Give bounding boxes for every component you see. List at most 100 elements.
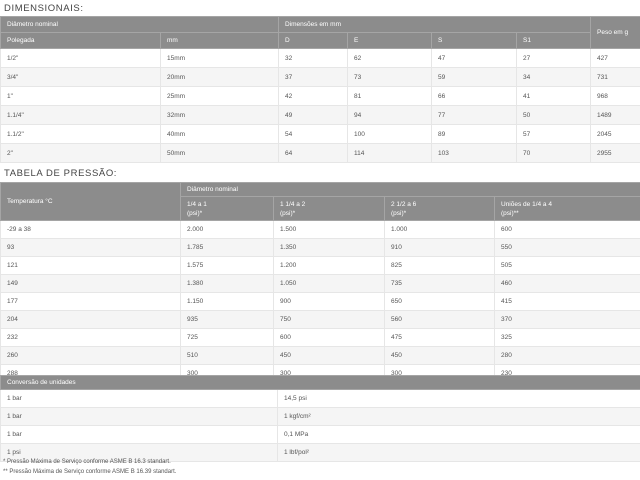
table-cell: 57 [515,124,592,144]
col-e: E [347,32,432,49]
table-cell: 114 [347,143,432,163]
table-cell: 15mm [160,48,279,68]
table-cell: 49 [278,105,348,125]
table-cell: 1.1/2" [0,124,161,144]
table-cell: -29 a 38 [0,220,181,239]
col-mm: mm [160,32,279,49]
pressure-table: Temperatura °C Diâmetro nominal 1/4 a 1(… [0,182,640,383]
table-cell: 34 [515,67,592,87]
table-row: 1 bar 1 kgf/cm² [0,407,640,426]
table-cell: 77 [431,105,517,125]
table-cell: 50mm [160,143,279,163]
table-cell: 32mm [160,105,279,125]
table-cell: 1.200 [273,256,385,275]
footnote-2: ** Pressão Máxima de Serviço conforme AS… [3,469,177,475]
table-row: 232 725 600 475 325 [0,328,640,347]
dimensions-title: DIMENSIONAIS: [4,3,84,14]
table-cell: 40mm [160,124,279,144]
table-cell: 560 [384,310,495,329]
table-cell: 935 [180,310,274,329]
table-row: 1" 25mm 42 81 66 41 968 [0,86,640,106]
table-cell: 177 [0,292,181,311]
press-col-header: 1/4 a 1 (psi)* [180,196,274,221]
table-cell: 41 [515,86,592,106]
table-cell: 2955 [590,143,640,163]
table-row: 1 bar 14,5 psi [0,389,640,408]
dimensions-table: Diâmetro nominal Dimensões em mm Peso em… [0,16,640,163]
table-cell: 47 [431,48,517,68]
table-cell: 415 [494,292,640,311]
table-cell: 121 [0,256,181,275]
table-cell: 232 [0,328,181,347]
table-cell: 20mm [160,67,279,87]
table-cell: 64 [278,143,348,163]
press-col-header: Uniões de 1/4 a 4 (psi)** [494,196,640,221]
col-d: D [278,32,348,49]
table-cell: 73 [347,67,432,87]
table-cell: 1" [0,86,161,106]
table-cell: 103 [431,143,517,163]
table-cell: 1.350 [273,238,385,257]
table-cell: 1 bar [0,425,278,444]
table-cell: 1 lbf/pol² [276,443,640,462]
table-cell: 427 [590,48,640,68]
table-cell: 450 [273,346,385,365]
table-cell: 27 [515,48,592,68]
table-cell: 600 [273,328,385,347]
footnote-1: * Pressão Máxima de Serviço conforme ASM… [3,459,171,465]
table-cell: 1 bar [0,407,278,426]
table-cell: 1.575 [180,256,274,275]
table-row: 1.1/4" 32mm 49 94 77 50 1489 [0,105,640,125]
col-s: S [431,32,517,49]
table-cell: 2.000 [180,220,274,239]
table-row: 260 510 450 450 280 [0,346,640,365]
table-row: 3/4" 20mm 37 73 59 34 731 [0,67,640,87]
table-cell: 204 [0,310,181,329]
pressure-title: TABELA DE PRESSÃO: [4,168,118,179]
table-cell: 1.785 [180,238,274,257]
table-cell: 731 [590,67,640,87]
table-cell: 1.500 [273,220,385,239]
table-cell: 650 [384,292,495,311]
table-cell: 37 [278,67,348,87]
table-cell: 0,1 MPa [276,425,640,444]
table-cell: 725 [180,328,274,347]
table-cell: 825 [384,256,495,275]
table-row: 2" 50mm 64 114 103 70 2955 [0,143,640,163]
table-cell: 750 [273,310,385,329]
table-cell: 3/4" [0,67,161,87]
table-cell: 1 kgf/cm² [276,407,640,426]
table-cell: 100 [347,124,432,144]
table-cell: 149 [0,274,181,293]
table-cell: 62 [347,48,432,68]
table-cell: 510 [180,346,274,365]
press-nominal-header: Diâmetro nominal [180,182,640,197]
table-cell: 1.050 [273,274,385,293]
table-cell: 475 [384,328,495,347]
table-row: -29 a 38 2.000 1.500 1.000 600 [0,220,640,239]
table-cell: 66 [431,86,517,106]
table-row: 1.1/2" 40mm 54 100 89 57 2045 [0,124,640,144]
table-row: 149 1.380 1.050 735 460 [0,274,640,293]
conversion-table: Conversão de unidades 1 bar 14,5 psi 1 bar… [0,375,640,462]
table-cell: 2" [0,143,161,163]
table-cell: 1489 [590,105,640,125]
table-row: 177 1.150 900 650 415 [0,292,640,311]
table-cell: 280 [494,346,640,365]
table-cell: 325 [494,328,640,347]
table-cell: 32 [278,48,348,68]
table-cell: 42 [278,86,348,106]
table-cell: 14,5 psi [276,389,640,408]
table-row: 121 1.575 1.200 825 505 [0,256,640,275]
press-col-header: 2 1/2 a 6 (psi)* [384,196,495,221]
table-cell: 81 [347,86,432,106]
table-cell: 1.380 [180,274,274,293]
table-cell: 450 [384,346,495,365]
table-row: 1/2" 15mm 32 62 47 27 427 [0,48,640,68]
table-cell: 505 [494,256,640,275]
table-cell: 1 bar [0,389,278,408]
table-cell: 94 [347,105,432,125]
table-row: 1 bar 0,1 MPa [0,425,640,444]
dim-mm-header: Dimensões em mm [277,16,592,33]
col-s1: S1 [515,32,592,49]
